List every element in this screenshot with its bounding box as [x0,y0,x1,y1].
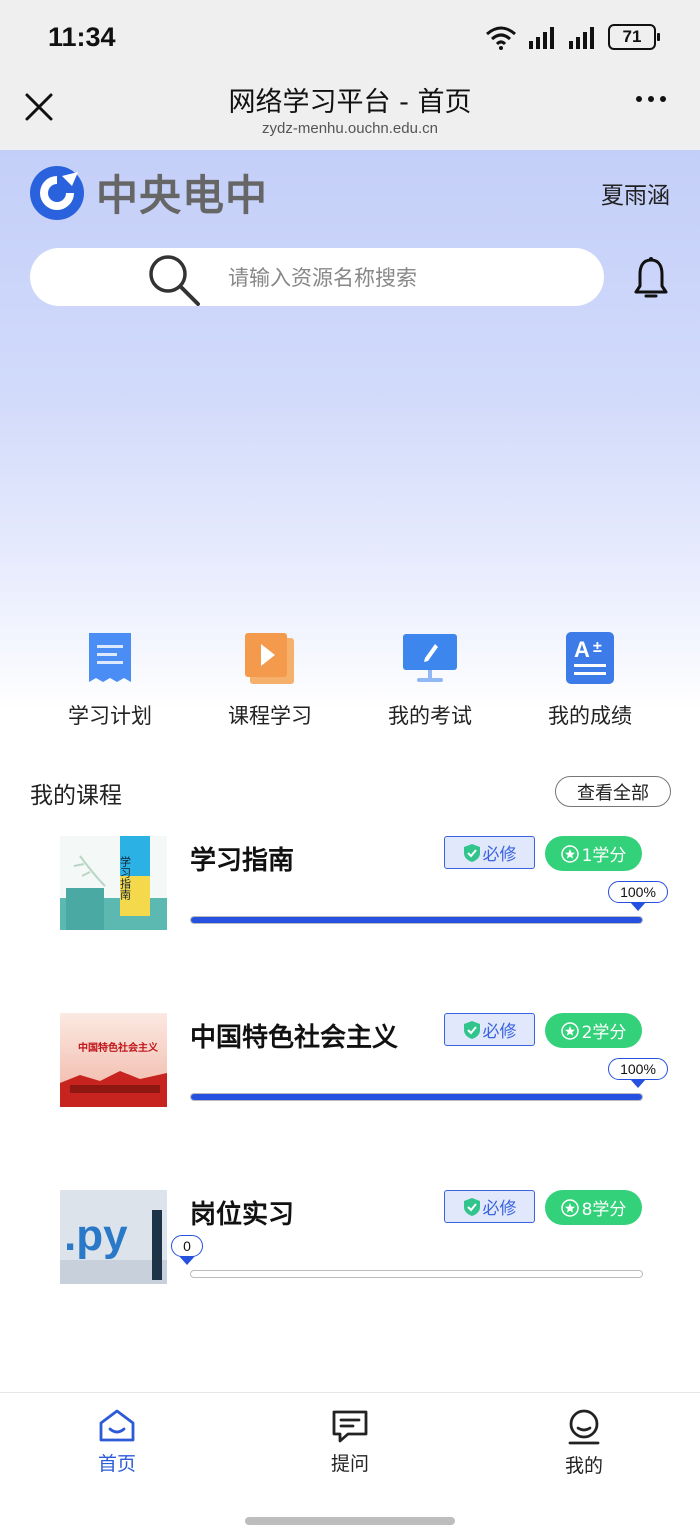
wifi-icon [486,26,516,50]
progress-label: 0 [171,1235,203,1257]
app-logo: 中央电中 [28,162,268,223]
progress-label: 100% [608,881,668,903]
course-icon [245,633,294,684]
course-card-study-guide[interactable]: 学习指南 学习指南 必修 1学分 100% [0,836,700,966]
logo-emblem-icon [30,165,84,220]
home-indicator [245,1517,455,1525]
status-icons: 71 [484,24,660,50]
nav-tab-home[interactable]: 首页 [57,1409,177,1476]
my-courses-heading: 我的课程 [30,783,122,809]
shield-check-icon [463,1197,480,1216]
progress-label: 100% [608,1058,668,1080]
progress-bar [190,1270,643,1278]
search-icon [149,255,200,306]
course-card-socialism[interactable]: 中国特色社会主义 中国特色社会主义 必修 2学分 100% [0,1013,700,1143]
view-all-button[interactable]: 查看全部 [555,776,671,807]
user-name[interactable]: 夏雨涵 [601,176,670,210]
course-thumbnail: 学习指南 [60,836,167,930]
course-title: 学习指南 [190,846,295,876]
progress-fill [191,1094,642,1100]
plan-icon [89,633,131,682]
progress-bar [190,1093,643,1101]
page-title: 网络学习平台 - 首页 [228,87,472,118]
bell-icon[interactable] [634,256,668,300]
quick-entry-bar: 学习计划 课程学习 我的考试 A ± 我的成绩 [30,630,670,730]
exam-icon [403,634,457,682]
required-badge: 必修 [444,1190,535,1223]
required-badge: 必修 [444,1013,535,1046]
shield-check-icon [463,843,480,862]
star-circle-icon [560,844,579,863]
required-badge: 必修 [444,836,535,869]
search-input[interactable]: 请输入资源名称搜索 [30,248,604,306]
status-time: 11:34 [48,22,116,52]
nav-tab-ask[interactable]: 提问 [290,1409,410,1476]
course-card-internship[interactable]: .py 岗位实习 必修 8学分 0 [0,1190,700,1320]
logo-text: 中央电中 [96,171,269,220]
quick-entry-course-study[interactable]: 课程学习 [190,630,350,730]
star-circle-icon [560,1021,579,1040]
quick-entry-my-grades[interactable]: A ± 我的成绩 [510,630,670,730]
thumb-title: 学习指南 [119,855,132,900]
grade-icon: A ± [566,632,614,684]
credit-badge: 1学分 [545,836,642,871]
course-title: 中国特色社会主义 [190,1023,399,1053]
battery-indicator: 71 [608,24,660,50]
signal-icon-2 [569,27,594,49]
nav-tab-mine[interactable]: 我的 [524,1409,644,1478]
quick-entry-my-exam[interactable]: 我的考试 [350,630,510,730]
more-options-icon[interactable] [636,96,666,102]
course-thumbnail: .py [60,1190,167,1284]
svg-text:A: A [574,637,590,662]
credit-badge: 2学分 [545,1013,642,1048]
thumb-title: 中国特色社会主义 [78,1041,159,1054]
thumb-title: .py [64,1211,128,1260]
course-thumbnail: 中国特色社会主义 [60,1013,167,1107]
hero-banner [0,150,700,710]
status-bar: 11:34 71 [0,0,700,78]
profile-icon [568,1409,600,1445]
shield-check-icon [463,1020,480,1039]
credit-badge: 8学分 [545,1190,642,1225]
search-placeholder: 请输入资源名称搜索 [228,266,417,290]
progress-fill [191,917,642,923]
course-title: 岗位实习 [190,1200,295,1230]
home-icon [99,1409,135,1442]
progress-bar [190,916,643,924]
svg-text:±: ± [593,639,602,656]
quick-entry-study-plan[interactable]: 学习计划 [30,630,190,730]
browser-title-bar: 网络学习平台 - 首页 zydz-menhu.ouchn.edu.cn [0,78,700,150]
star-circle-icon [560,1198,579,1217]
signal-icon [529,27,554,49]
question-icon [332,1410,368,1443]
page-url: zydz-menhu.ouchn.edu.cn [262,120,438,137]
